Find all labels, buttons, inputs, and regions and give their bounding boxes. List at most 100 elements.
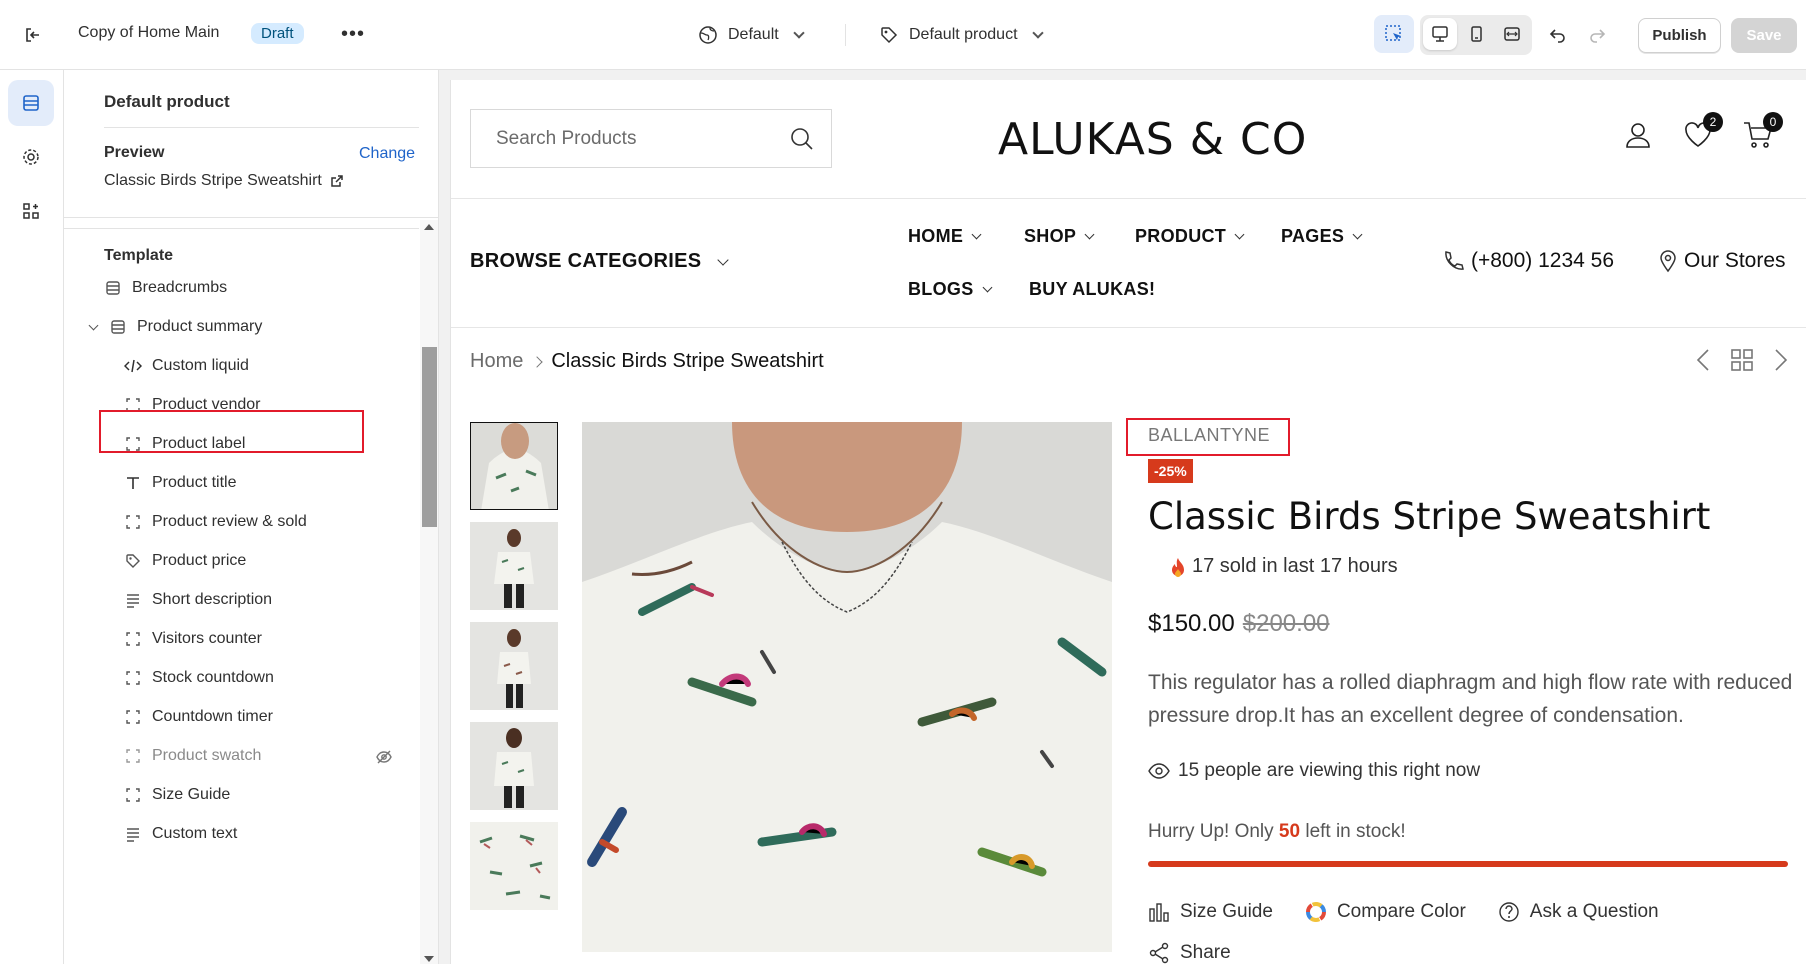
divider — [64, 228, 419, 229]
size-guide-link[interactable]: Size Guide — [1148, 901, 1273, 923]
tree-item-label: Product summary — [137, 318, 263, 335]
section-icon — [104, 279, 122, 297]
template-selector[interactable]: Default product — [879, 22, 1044, 48]
chevron-down-icon — [971, 229, 982, 240]
tree-item-visitors-counter[interactable]: Visitors counter — [124, 625, 262, 653]
size-guide-label: Size Guide — [1180, 901, 1273, 922]
product-thumbnail[interactable] — [470, 522, 558, 610]
nav-shop[interactable]: SHOP — [1024, 226, 1095, 247]
selection-highlight — [99, 410, 364, 453]
stock-suffix: left in stock! — [1300, 821, 1406, 842]
account-icon[interactable] — [1623, 120, 1653, 150]
preview-product-link[interactable]: Classic Birds Stripe Sweatshirt — [104, 172, 344, 190]
wishlist-count-badge: 2 — [1703, 112, 1723, 132]
product-thumbnail[interactable] — [470, 422, 558, 510]
undo-icon[interactable] — [1545, 22, 1571, 48]
tree-item-product-review-sold[interactable]: Product review & sold — [124, 508, 307, 536]
panel-scrollbar-thumb[interactable] — [422, 347, 437, 527]
chevron-down-icon — [1084, 229, 1095, 240]
search-icon[interactable] — [789, 126, 815, 152]
save-button[interactable]: Save — [1731, 18, 1797, 53]
nav-label: PAGES — [1281, 226, 1345, 246]
tree-item-label: Product swatch — [152, 747, 262, 764]
sold-counter: 17 sold in last 17 hours — [1170, 555, 1398, 578]
our-stores-link[interactable]: Our Stores — [1658, 249, 1786, 273]
apps-icon — [23, 203, 39, 219]
editor-topbar: Copy of Home Main Draft ••• Default Defa… — [0, 0, 1806, 70]
app-embeds-tab[interactable] — [8, 188, 54, 234]
storefront-preview: Search Products ALUKAS & CO 2 0 BROWSE C… — [450, 80, 1806, 964]
redo-icon[interactable] — [1584, 22, 1610, 48]
tree-item-short-description[interactable]: Short description — [124, 586, 272, 614]
divider — [64, 217, 438, 218]
more-actions-button[interactable]: ••• — [338, 22, 368, 48]
prev-product-icon[interactable] — [1696, 348, 1710, 377]
inspector-select-button[interactable] — [1374, 15, 1414, 53]
store-search-input[interactable]: Search Products — [470, 109, 832, 168]
tree-item-product-swatch[interactable]: Product swatch — [124, 742, 261, 770]
chevron-down-icon — [793, 27, 805, 39]
tree-item-custom-text[interactable]: Custom text — [124, 820, 237, 848]
tree-item-custom-liquid[interactable]: Custom liquid — [124, 352, 249, 380]
stock-progress-bar — [1148, 861, 1788, 867]
phone-contact[interactable]: (+800) 1234 56 — [1441, 249, 1614, 273]
block-icon — [124, 630, 142, 648]
status-badge: Draft — [251, 23, 304, 44]
fullwidth-view-button[interactable] — [1495, 18, 1529, 50]
nav-home[interactable]: HOME — [908, 226, 982, 247]
tree-item-product-summary[interactable]: Product summary — [84, 313, 262, 341]
price-tag-icon — [881, 27, 898, 44]
nav-buy-alukas[interactable]: BUY ALUKAS! — [1029, 279, 1155, 300]
product-main-image[interactable] — [582, 422, 1112, 952]
sections-tab[interactable] — [8, 80, 54, 126]
tree-item-breadcrumbs[interactable]: Breadcrumbs — [104, 274, 227, 302]
paragraph-icon — [124, 825, 142, 843]
product-vendor[interactable]: BALLANTYNE — [1148, 425, 1270, 446]
chevron-down-icon — [1234, 229, 1245, 240]
theme-settings-tab[interactable] — [8, 134, 54, 180]
share-link[interactable]: Share — [1148, 942, 1231, 964]
chevron-down-icon — [717, 253, 730, 266]
breadcrumb-home-link[interactable]: Home — [470, 350, 523, 373]
change-preview-link[interactable]: Change — [359, 145, 415, 163]
scroll-down-icon[interactable] — [424, 956, 434, 962]
desktop-view-button[interactable] — [1423, 18, 1457, 50]
product-thumbnail[interactable] — [470, 822, 558, 910]
tree-item-product-title[interactable]: Product title — [124, 469, 236, 497]
grid-icon[interactable] — [1730, 348, 1754, 377]
share-icon — [1149, 942, 1169, 964]
panel-heading: Default product — [104, 92, 230, 111]
theme-title: Copy of Home Main — [78, 24, 220, 41]
scroll-up-icon[interactable] — [424, 224, 434, 230]
product-thumbnail[interactable] — [470, 722, 558, 810]
compare-color-link[interactable]: Compare Color — [1305, 901, 1466, 923]
next-product-icon[interactable] — [1774, 348, 1788, 377]
browse-categories-button[interactable]: BROWSE CATEGORIES — [470, 250, 730, 273]
exit-icon[interactable] — [20, 22, 46, 48]
nav-blogs[interactable]: BLOGS — [908, 279, 992, 300]
panel-scrollbar[interactable] — [420, 220, 438, 964]
tree-item-label: Custom text — [152, 825, 238, 842]
publish-button[interactable]: Publish — [1638, 18, 1721, 53]
nav-pages[interactable]: PAGES — [1281, 226, 1363, 247]
theme-selector-label: Default — [728, 26, 779, 43]
nav-product[interactable]: PRODUCT — [1135, 226, 1245, 247]
tree-item-size-guide[interactable]: Size Guide — [124, 781, 230, 809]
store-header-icons: 2 0 — [1623, 112, 1783, 150]
theme-selector[interactable]: Default — [698, 22, 805, 48]
sections-panel: Default product Preview Change Classic B… — [64, 70, 439, 964]
tree-item-stock-countdown[interactable]: Stock countdown — [124, 664, 274, 692]
divider — [451, 198, 1806, 199]
sections-icon — [23, 95, 39, 111]
tree-item-countdown-timer[interactable]: Countdown timer — [124, 703, 273, 731]
ask-question-link[interactable]: Ask a Question — [1498, 901, 1659, 923]
hidden-eye-icon[interactable] — [375, 748, 393, 766]
store-logo[interactable]: ALUKAS & CO — [998, 114, 1307, 165]
tree-item-product-price[interactable]: Product price — [124, 547, 246, 575]
product-thumbnail[interactable] — [470, 622, 558, 710]
tree-item-label: Product price — [152, 552, 247, 569]
wishlist-icon[interactable]: 2 — [1683, 112, 1723, 150]
mobile-view-button[interactable] — [1459, 18, 1493, 50]
cursor-select-icon — [1385, 25, 1401, 41]
cart-icon[interactable]: 0 — [1743, 112, 1783, 150]
